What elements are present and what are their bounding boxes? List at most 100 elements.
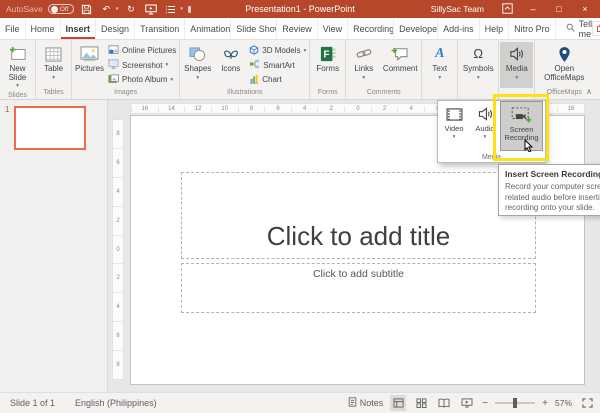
audio-label: Audio xyxy=(475,125,494,133)
tab-animation[interactable]: Animation xyxy=(185,18,231,39)
online-pictures-button[interactable]: Online Pictures xyxy=(108,44,176,57)
notes-button[interactable]: Notes xyxy=(348,397,384,409)
slideshow-view-button[interactable] xyxy=(459,395,475,411)
group-label-symbols xyxy=(459,88,497,99)
links-label: Links xyxy=(354,65,373,74)
media-button[interactable]: Media ▾ xyxy=(500,42,533,88)
screenshot-dropdown[interactable]: ▾ xyxy=(165,62,168,68)
audio-icon xyxy=(478,105,493,123)
media-dropdown[interactable]: ▾ xyxy=(515,74,518,83)
group-tables: Table ▾ Tables xyxy=(36,40,72,99)
symbols-button[interactable]: Ω Symbols ▾ xyxy=(459,42,497,88)
tab-developer[interactable]: Developer xyxy=(394,18,438,39)
new-slide-button[interactable]: New Slide ▾ xyxy=(1,42,34,91)
3d-models-dropdown[interactable]: ▾ xyxy=(304,48,307,54)
comment-button[interactable]: Comment xyxy=(380,42,420,88)
slide-counter[interactable]: Slide 1 of 1 xyxy=(0,398,65,408)
tab-design[interactable]: Design xyxy=(96,18,135,39)
video-button[interactable]: Video ▾ xyxy=(438,101,470,162)
group-label-slides: Slides xyxy=(1,91,34,100)
zoom-out-button[interactable]: − xyxy=(482,398,488,409)
3d-models-button[interactable]: 3D Models ▾ xyxy=(249,44,306,57)
tab-transition[interactable]: Transition xyxy=(135,18,185,39)
screenshot-button[interactable]: Screenshot ▾ xyxy=(108,59,176,72)
reading-view-button[interactable] xyxy=(436,395,452,411)
slide-thumbnail[interactable] xyxy=(14,106,86,150)
shapes-button[interactable]: Shapes ▾ xyxy=(181,42,214,88)
quick-access-list-button[interactable] xyxy=(163,2,178,16)
shapes-dropdown[interactable]: ▾ xyxy=(196,74,199,83)
redo-button[interactable]: ↻ xyxy=(123,2,138,16)
photo-album-label: Photo Album xyxy=(122,75,167,84)
forms-button[interactable]: F Forms xyxy=(311,42,344,88)
slide-sorter-view-button[interactable] xyxy=(413,395,429,411)
chart-icon xyxy=(249,74,259,86)
table-button[interactable]: Table ▾ xyxy=(37,42,70,88)
start-slideshow-button[interactable] xyxy=(143,2,158,16)
zoom-slider[interactable] xyxy=(495,402,535,404)
new-slide-dropdown[interactable]: ▾ xyxy=(16,82,19,91)
pictures-button[interactable]: Pictures xyxy=(73,42,106,88)
links-dropdown[interactable]: ▾ xyxy=(362,74,365,83)
table-dropdown[interactable]: ▾ xyxy=(52,74,55,83)
tab-add-ins[interactable]: Add-ins xyxy=(438,18,480,39)
tab-insert[interactable]: Insert xyxy=(61,18,97,39)
open-officemaps-button[interactable]: Open OfficeMaps xyxy=(536,42,592,88)
fit-slide-button[interactable] xyxy=(579,395,595,411)
group-label-images: Images xyxy=(73,88,178,99)
save-button[interactable] xyxy=(79,2,94,16)
slide-thumbnail-panel[interactable]: 1 xyxy=(0,100,108,392)
vertical-ruler[interactable]: 864202468 xyxy=(112,118,124,380)
tab-home[interactable]: Home xyxy=(26,18,61,39)
ribbon-display-options-button[interactable] xyxy=(494,0,520,18)
autosave-toggle[interactable]: Off xyxy=(48,4,74,14)
normal-view-button[interactable] xyxy=(390,395,406,411)
share-button[interactable] xyxy=(592,21,600,36)
close-button[interactable]: × xyxy=(572,0,598,18)
media-speaker-icon xyxy=(509,44,524,64)
undo-icon: ↶ xyxy=(103,4,111,15)
icons-button[interactable]: Icons xyxy=(214,42,247,88)
links-button[interactable]: Links ▾ xyxy=(347,42,380,88)
icons-label: Icons xyxy=(221,65,240,74)
tab-nitro-pro[interactable]: Nitro Pro xyxy=(509,18,556,39)
language-indicator[interactable]: English (Philippines) xyxy=(65,398,167,408)
tab-slide-show[interactable]: Slide Show xyxy=(231,18,277,39)
collapse-ribbon-icon[interactable]: ∧ xyxy=(586,87,592,96)
symbols-dropdown[interactable]: ▾ xyxy=(477,74,480,83)
title-placeholder[interactable]: Click to add title xyxy=(181,172,536,259)
zoom-in-button[interactable]: + xyxy=(542,398,548,409)
maximize-button[interactable]: □ xyxy=(546,0,572,18)
account-name[interactable]: SillySac Team xyxy=(431,4,484,14)
subtitle-placeholder[interactable]: Click to add subtitle xyxy=(181,263,536,313)
photo-album-button[interactable]: Photo Album ▾ xyxy=(108,73,176,86)
photo-album-dropdown[interactable]: ▾ xyxy=(170,77,173,83)
smartart-button[interactable]: SmartArt xyxy=(249,59,306,72)
audio-dropdown[interactable]: ▾ xyxy=(484,133,487,141)
text-dropdown[interactable]: ▾ xyxy=(438,74,441,83)
zoom-slider-thumb[interactable] xyxy=(513,398,517,408)
tab-review[interactable]: Review xyxy=(277,18,318,39)
3d-models-icon xyxy=(249,45,259,57)
tab-view[interactable]: View xyxy=(318,18,348,39)
minimize-button[interactable]: – xyxy=(520,0,546,18)
tab-help[interactable]: Help xyxy=(480,18,510,39)
text-button[interactable]: A Text ▾ xyxy=(423,42,456,88)
undo-button[interactable]: ↶ xyxy=(99,2,114,16)
ruler-mark: 4 xyxy=(291,106,318,112)
chart-button[interactable]: Chart xyxy=(249,73,306,86)
ruler-mark: 2 xyxy=(113,206,123,235)
shapes-icon xyxy=(189,44,206,64)
undo-dropdown[interactable]: ▾ xyxy=(116,6,119,12)
tell-me-box[interactable]: Tell me xyxy=(566,18,593,39)
tab-recording[interactable]: Recording xyxy=(348,18,394,39)
video-dropdown[interactable]: ▾ xyxy=(453,133,456,141)
customize-quick-access-icon[interactable] xyxy=(188,6,191,13)
list-dropdown[interactable]: ▾ xyxy=(180,6,183,12)
open-officemaps-label: Open OfficeMaps xyxy=(536,65,592,82)
tab-file[interactable]: File xyxy=(0,18,26,39)
ruler-mark: 14 xyxy=(158,106,185,112)
group-illustrations: Shapes ▾ Icons 3D Models ▾ SmartArt xyxy=(180,40,310,99)
zoom-percentage[interactable]: 57% xyxy=(555,398,572,408)
tooltip-title: Insert Screen Recording xyxy=(505,169,600,179)
